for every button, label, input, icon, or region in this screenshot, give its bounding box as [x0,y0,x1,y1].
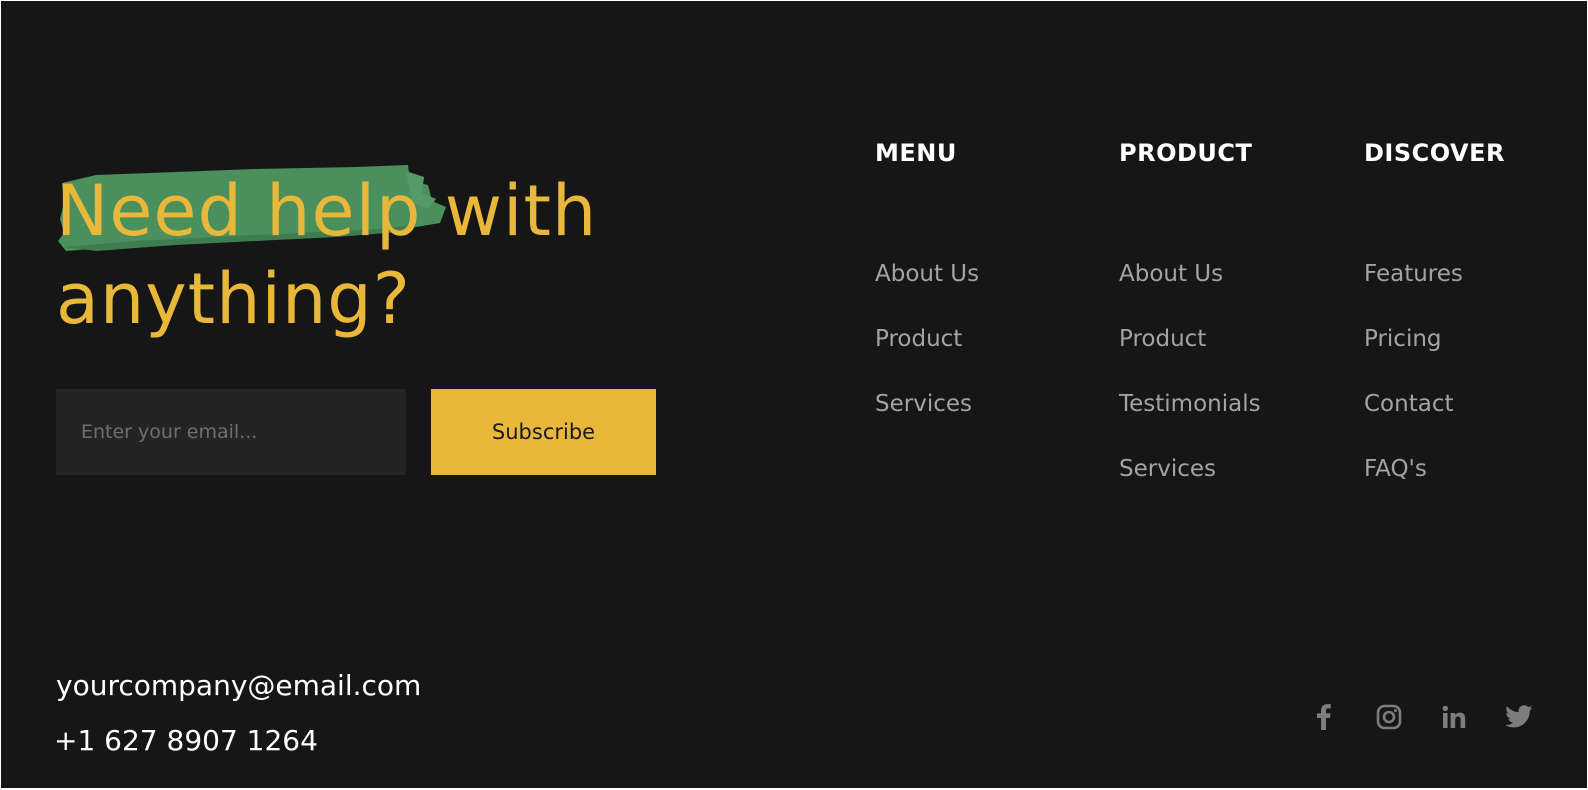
discover-link-faqs[interactable]: FAQ's [1364,453,1427,485]
product-link-testimonials[interactable]: Testimonials [1119,388,1261,420]
headline-line2: anything? [56,258,411,340]
twitter-icon[interactable] [1504,702,1534,732]
product-link-about-us[interactable]: About Us [1119,258,1223,290]
product-link-services[interactable]: Services [1119,453,1216,485]
social-links [1309,702,1534,732]
column-title-product: PRODUCT [1119,139,1253,167]
discover-link-features[interactable]: Features [1364,258,1463,290]
email-input[interactable] [56,389,406,475]
instagram-icon[interactable] [1374,702,1404,732]
footer-column-discover: DISCOVER Features Pricing Contact FAQ's [1364,137,1505,482]
column-title-discover: DISCOVER [1364,139,1505,167]
discover-link-list: Features Pricing Contact FAQ's [1364,258,1463,518]
menu-link-about-us[interactable]: About Us [875,258,979,290]
footer-column-menu: MENU About Us Product Services [875,137,979,417]
menu-link-services[interactable]: Services [875,388,972,420]
discover-link-contact[interactable]: Contact [1364,388,1453,420]
product-link-list: About Us Product Testimonials Services [1119,258,1261,518]
linkedin-icon[interactable] [1439,702,1469,732]
contact-email-link[interactable]: yourcompany@email.com [56,668,421,704]
product-link-product[interactable]: Product [1119,323,1206,355]
headline-highlight: Need help [56,170,422,252]
footer-column-product: PRODUCT About Us Product Testimonials Se… [1119,137,1261,482]
menu-link-product[interactable]: Product [875,323,962,355]
menu-link-list: About Us Product Services [875,258,979,453]
discover-link-pricing[interactable]: Pricing [1364,323,1442,355]
headline-line1-rest: with [421,170,598,252]
site-footer: Need help withanything? Subscribe MENU A… [1,1,1587,788]
headline: Need help with anything? [56,167,597,343]
subscribe-button[interactable]: Subscribe [431,389,656,475]
column-title-menu: MENU [875,139,957,167]
facebook-icon[interactable] [1309,702,1339,732]
contact-phone-link[interactable]: +1 627 8907 1264 [54,723,318,759]
